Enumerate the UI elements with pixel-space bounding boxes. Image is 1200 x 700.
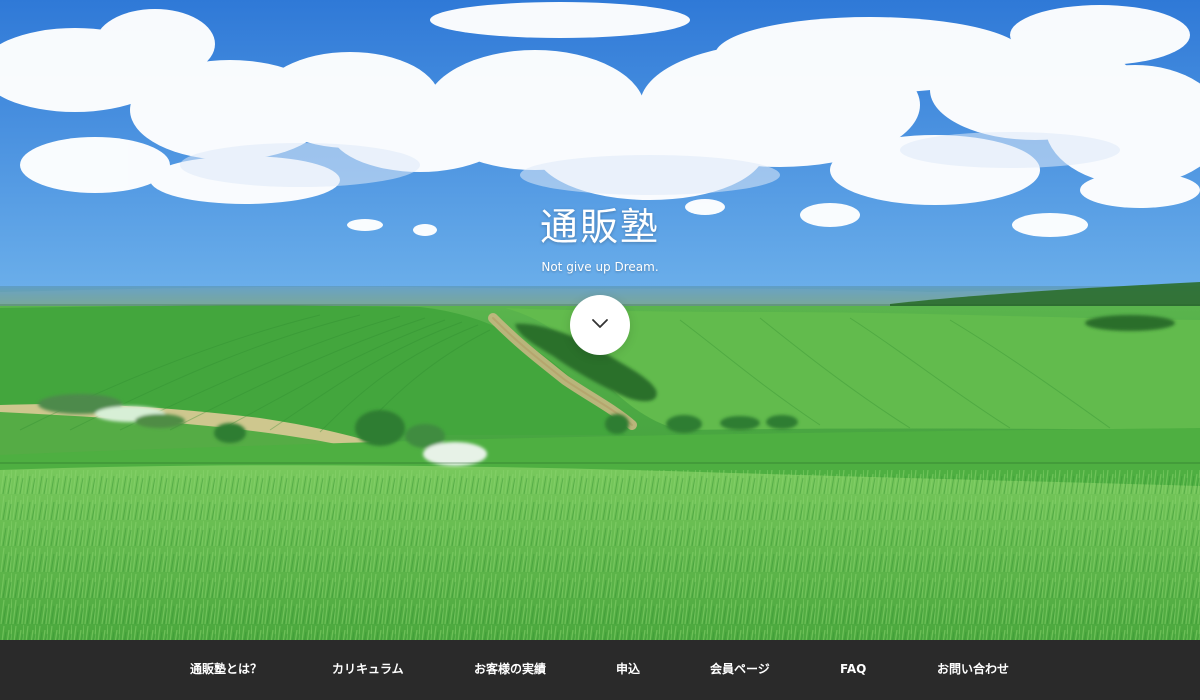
nav-item-results[interactable]: お客様の実績 [474,660,546,678]
chevron-down-icon [592,319,608,328]
main-navigation: 通販塾とは？ カリキュラム お客様の実績 申込 会員ページ FAQ お問い合わせ [0,640,1200,700]
nav-item-about[interactable]: 通販塾とは？ [190,660,262,678]
nav-item-contact[interactable]: お問い合わせ [937,660,1009,678]
nav-item-curriculum[interactable]: カリキュラム [332,660,404,678]
nav-item-apply[interactable]: 申込 [616,660,640,678]
hero-subtitle: Not give up Dream. [541,260,659,274]
nav-item-member-page[interactable]: 会員ページ [710,660,770,678]
scroll-down-button[interactable] [570,295,630,355]
hero-title: 通販塾 [539,205,660,249]
nav-item-faq[interactable]: FAQ [840,660,866,678]
page: 通販塾 Not give up Dream. 通販塾とは？ カリキュラム お客様… [0,0,1200,700]
hero-section: 通販塾 Not give up Dream. [0,0,1200,640]
